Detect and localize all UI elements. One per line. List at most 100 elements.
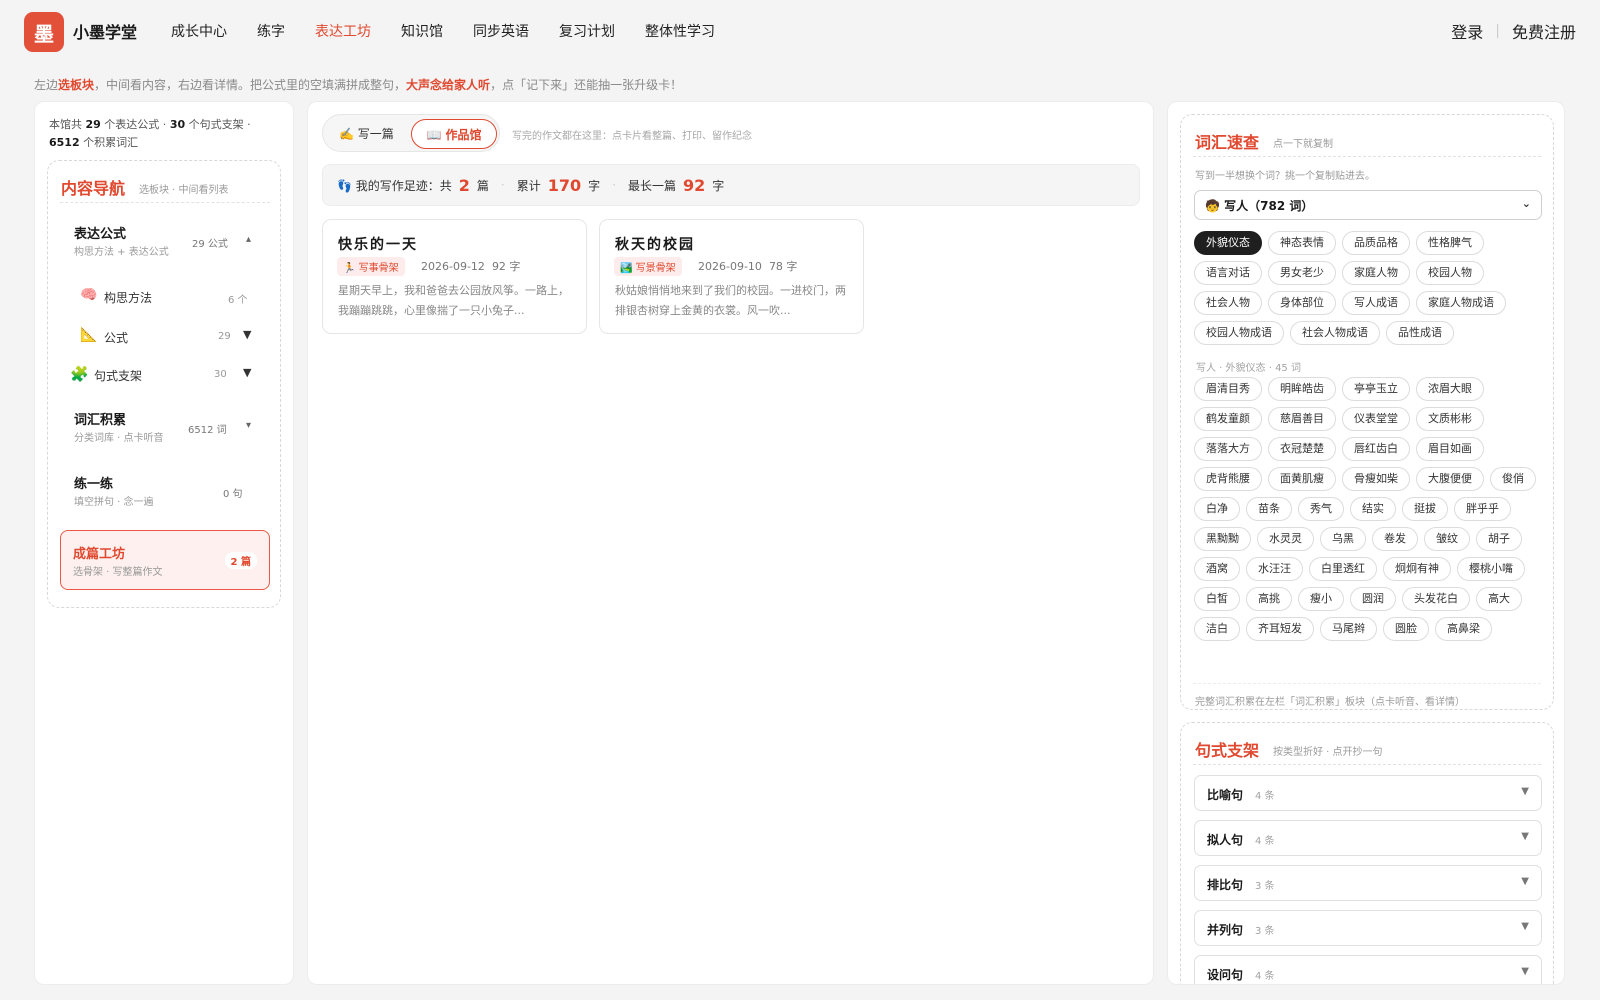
work-card[interactable]: 秋天的校园 🏞️ 写景骨架 2026-09-10 78 字 秋姑娘悄悄地来到了我… [599, 219, 864, 334]
word-chip[interactable]: 唇红齿白 [1342, 437, 1410, 461]
register-link[interactable]: 免费注册 [1512, 19, 1576, 43]
vocab-category-select[interactable]: 🧒 写人（782 词） ⌄ [1194, 190, 1542, 220]
divider [60, 202, 270, 203]
category-chip[interactable]: 神态表情 [1268, 231, 1336, 255]
word-chip[interactable]: 头发花白 [1402, 587, 1470, 611]
word-chip[interactable]: 白皙 [1194, 587, 1240, 611]
word-chip[interactable]: 胡子 [1476, 527, 1522, 551]
nav-item-workshop[interactable]: 成篇工坊 选骨架 · 写整篇作文 2 篇 [60, 530, 270, 590]
word-chip[interactable]: 水灵灵 [1257, 527, 1314, 551]
category-chip[interactable]: 男女老少 [1268, 261, 1336, 285]
word-chip[interactable]: 齐耳短发 [1246, 617, 1314, 641]
word-chip[interactable]: 苗条 [1246, 497, 1292, 521]
word-chip[interactable]: 虎背熊腰 [1194, 467, 1262, 491]
category-chip[interactable]: 校园人物成语 [1194, 321, 1284, 345]
word-chip[interactable]: 白净 [1194, 497, 1240, 521]
word-chip[interactable]: 眉清目秀 [1194, 377, 1262, 401]
word-chip[interactable]: 酒窝 [1194, 557, 1240, 581]
word-chip[interactable]: 明眸皓齿 [1268, 377, 1336, 401]
brand-name[interactable]: 小墨学堂 [73, 19, 137, 43]
word-chip[interactable]: 俊俏 [1490, 467, 1536, 491]
word-chip[interactable]: 骨瘦如柴 [1342, 467, 1410, 491]
work-card[interactable]: 快乐的一天 🏃 写事骨架 2026-09-12 92 字 星期天早上，我和爸爸去… [322, 219, 587, 334]
nav-item-vocab[interactable]: 词汇积累 分类词库 · 点卡听音 6512 词 ▾ [60, 405, 270, 449]
tab-write[interactable]: ✍️ 写一篇 [339, 125, 394, 142]
category-chip[interactable]: 校园人物 [1416, 261, 1484, 285]
nav-calligraphy[interactable]: 练字 [257, 21, 285, 41]
nav-item-subtitle: 选骨架 · 写整篇作文 [73, 567, 163, 578]
word-chip[interactable]: 圆润 [1350, 587, 1396, 611]
nav-knowledge-hall[interactable]: 知识馆 [401, 21, 443, 41]
nav-sync-english[interactable]: 同步英语 [473, 21, 529, 41]
vocab-lookup-title: 词汇速查 [1195, 133, 1260, 152]
word-chip[interactable]: 仪表堂堂 [1342, 407, 1410, 431]
word-chip[interactable]: 落落大方 [1194, 437, 1262, 461]
word-chip[interactable]: 面黄肌瘦 [1268, 467, 1336, 491]
word-chip[interactable]: 马尾辫 [1320, 617, 1377, 641]
logo[interactable]: 墨 [24, 12, 64, 52]
category-chip[interactable]: 性格脾气 [1416, 231, 1484, 255]
category-chip[interactable]: 外貌仪态 [1194, 231, 1262, 255]
category-chip[interactable]: 品质品格 [1342, 231, 1410, 255]
sentence-frames-subtitle: 按类型折好 · 点开抄一句 [1273, 747, 1383, 758]
nav-item-formulas[interactable]: 表达公式 构思方法 + 表达公式 29 公式 ▴ [60, 219, 270, 263]
nav-item-frames[interactable]: 🧩 句式支架 30 ▼ [70, 365, 270, 387]
frame-type: 拟人句 [1207, 833, 1244, 847]
category-chip[interactable]: 语言对话 [1194, 261, 1262, 285]
word-chip[interactable]: 皱纹 [1424, 527, 1470, 551]
word-chip[interactable]: 眉目如画 [1416, 437, 1484, 461]
word-chip[interactable]: 乌黑 [1320, 527, 1366, 551]
word-chip[interactable]: 樱桃小嘴 [1457, 557, 1525, 581]
nav-expression-workshop[interactable]: 表达工坊 [315, 21, 371, 41]
word-chip[interactable]: 洁白 [1194, 617, 1240, 641]
category-chip[interactable]: 社会人物 [1194, 291, 1262, 315]
frame-row[interactable]: 拟人句 4 条 ▼ [1194, 820, 1542, 856]
nav-review-plan[interactable]: 复习计划 [559, 21, 615, 41]
word-chip[interactable]: 胖乎乎 [1454, 497, 1511, 521]
word-chip[interactable]: 炯炯有神 [1383, 557, 1451, 581]
word-chip[interactable]: 挺拔 [1402, 497, 1448, 521]
category-chip[interactable]: 写人成语 [1342, 291, 1410, 315]
frame-type: 设问句 [1207, 968, 1244, 982]
word-chip[interactable]: 高挑 [1246, 587, 1292, 611]
word-chip[interactable]: 水汪汪 [1246, 557, 1303, 581]
nav-growth-center[interactable]: 成长中心 [171, 21, 227, 41]
word-chip[interactable]: 秀气 [1298, 497, 1344, 521]
word-chip[interactable]: 高鼻梁 [1435, 617, 1492, 641]
category-chip[interactable]: 家庭人物 [1342, 261, 1410, 285]
frame-row[interactable]: 比喻句 4 条 ▼ [1194, 775, 1542, 811]
chevron-down-icon: ▾ [246, 420, 252, 431]
category-chip[interactable]: 社会人物成语 [1290, 321, 1380, 345]
word-chip[interactable]: 瘦小 [1298, 587, 1344, 611]
word-chip[interactable]: 鹤发童颜 [1194, 407, 1262, 431]
word-chip[interactable]: 卷发 [1372, 527, 1418, 551]
word-chip[interactable]: 文质彬彬 [1416, 407, 1484, 431]
word-chip[interactable]: 黑黝黝 [1194, 527, 1251, 551]
nav-subitem-method[interactable]: 🧠 构思方法 6 个 [80, 287, 270, 309]
frame-row[interactable]: 并列句 3 条 ▼ [1194, 910, 1542, 946]
word-chip[interactable]: 圆脸 [1383, 617, 1429, 641]
nav-subitem-formula[interactable]: 📐 公式 29 ▼ [80, 327, 270, 349]
nav-item-count: 0 句 [223, 489, 243, 500]
frame-row[interactable]: 排比句 3 条 ▼ [1194, 865, 1542, 901]
word-chip[interactable]: 大腹便便 [1416, 467, 1484, 491]
word-chip[interactable]: 结实 [1350, 497, 1396, 521]
nav-item-practice[interactable]: 练一练 填空拼句 · 念一遍 0 句 [60, 469, 270, 513]
chevron-down-icon: ▼ [1521, 921, 1529, 932]
brain-icon: 🧠 [80, 287, 98, 303]
tab-gallery[interactable]: 📖 作品馆 [411, 119, 497, 149]
word-chip[interactable]: 高大 [1476, 587, 1522, 611]
login-link[interactable]: 登录 [1451, 19, 1483, 43]
word-chip[interactable]: 衣冠楚楚 [1268, 437, 1336, 461]
category-chip[interactable]: 品性成语 [1386, 321, 1454, 345]
word-chip[interactable]: 浓眉大眼 [1416, 377, 1484, 401]
category-chip[interactable]: 家庭人物成语 [1416, 291, 1506, 315]
word-chip[interactable]: 慈眉善目 [1268, 407, 1336, 431]
work-word-count: 78 字 [768, 260, 798, 273]
category-chip[interactable]: 身体部位 [1268, 291, 1336, 315]
word-chip[interactable]: 亭亭玉立 [1342, 377, 1410, 401]
frame-row[interactable]: 设问句 4 条 ▼ [1194, 955, 1542, 984]
nav-holistic-learning[interactable]: 整体性学习 [645, 21, 715, 41]
word-chip[interactable]: 白里透红 [1309, 557, 1377, 581]
work-title: 秋天的校园 [615, 237, 695, 253]
